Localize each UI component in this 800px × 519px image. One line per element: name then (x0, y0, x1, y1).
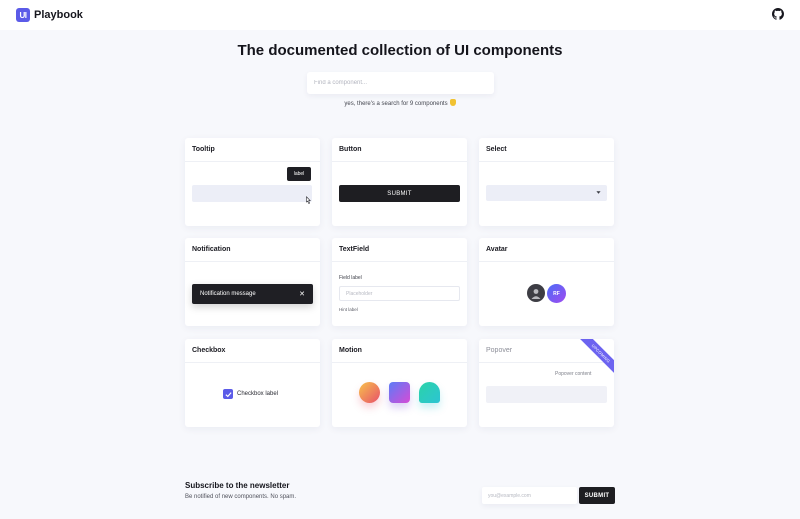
card-title: Checkbox (192, 347, 226, 354)
tooltip-target-field[interactable] (192, 185, 312, 202)
logo-text: Playbook (34, 9, 83, 21)
logo[interactable]: UI Playbook (16, 8, 83, 22)
search-hint-text: yes, there's a search for 9 components (344, 101, 448, 107)
notification-message: Notification message (200, 291, 256, 297)
select-field[interactable] (486, 185, 607, 201)
hand-icon (449, 99, 456, 106)
divider (185, 161, 320, 162)
divider (185, 261, 320, 262)
field-hint: Hint label (339, 307, 358, 312)
motion-circle (359, 382, 380, 403)
card-title: Notification (192, 246, 231, 253)
card-notification[interactable]: Notification (185, 238, 320, 326)
submit-button[interactable]: SUBMIT (339, 185, 460, 202)
newsletter-subtitle: Be notified of new components. No spam. (185, 494, 297, 500)
checkbox[interactable] (223, 389, 233, 399)
tooltip-bubble: label (287, 167, 311, 181)
checkmark-icon (224, 391, 232, 397)
chevron-down-icon (596, 191, 601, 194)
avatar-photo (527, 284, 545, 302)
card-popover: Popover UPCOMING Popover content (479, 339, 614, 427)
card-tooltip[interactable]: Tooltip label (185, 138, 320, 226)
field-label: Field label (339, 275, 362, 281)
divider (332, 261, 467, 262)
card-title: Motion (339, 347, 362, 354)
notification-toast: Notification message ✕ (192, 284, 313, 304)
divider (479, 362, 614, 363)
card-title: Select (486, 146, 507, 153)
newsletter-submit-button[interactable]: SUBMIT (579, 487, 615, 504)
page-title: The documented collection of UI componen… (237, 42, 563, 59)
top-header: UI Playbook (0, 0, 800, 30)
popover-target-field (486, 386, 607, 403)
card-title: TextField (339, 246, 370, 253)
popover-content: Popover content (555, 371, 592, 377)
email-field[interactable] (482, 487, 577, 504)
card-button[interactable]: Button SUBMIT (332, 138, 467, 226)
pointer-cursor-icon (306, 196, 311, 204)
search-hint: yes, there's a search for 9 components (0, 99, 800, 107)
newsletter-title: Subscribe to the newsletter (185, 481, 290, 490)
card-select[interactable]: Select (479, 138, 614, 226)
avatar-initials: RF (547, 284, 566, 303)
text-field-input[interactable] (339, 286, 460, 301)
card-motion[interactable]: Motion (332, 339, 467, 427)
search-input[interactable] (307, 72, 494, 94)
github-icon[interactable] (772, 8, 784, 20)
card-checkbox[interactable]: Checkbox Checkbox label (185, 339, 320, 427)
card-title: Button (339, 146, 362, 153)
card-title: Avatar (486, 246, 508, 253)
close-icon[interactable]: ✕ (299, 290, 305, 298)
divider (479, 161, 614, 162)
divider (185, 362, 320, 363)
person-icon (531, 289, 541, 299)
logo-mark: UI (16, 8, 30, 22)
card-title: Tooltip (192, 146, 215, 153)
card-textfield[interactable]: TextField Field label Hint label (332, 238, 467, 326)
divider (332, 161, 467, 162)
card-avatar[interactable]: Avatar RF (479, 238, 614, 326)
divider (479, 261, 614, 262)
motion-square (389, 382, 410, 403)
checkbox-label: Checkbox label (237, 391, 279, 397)
divider (332, 362, 467, 363)
motion-arch (419, 382, 440, 403)
card-title: Popover (486, 347, 513, 354)
